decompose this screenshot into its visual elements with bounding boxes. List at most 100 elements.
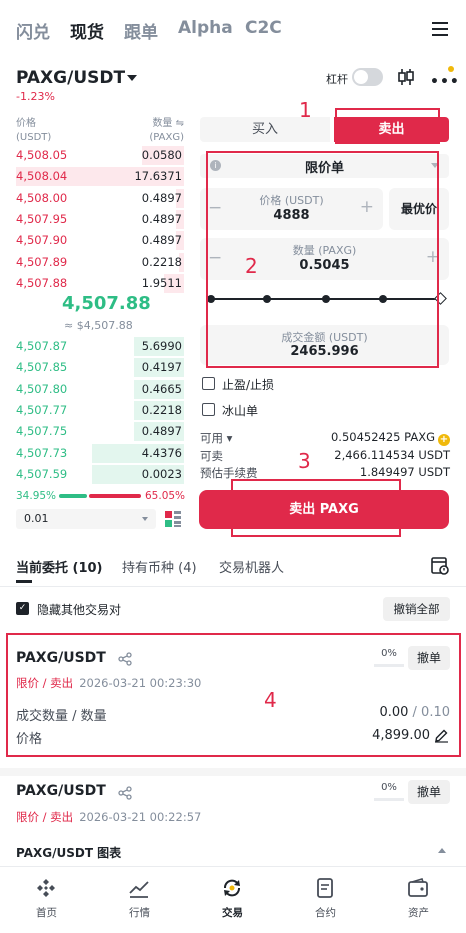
bid-row[interactable]: 4,507.85 0.4197 (16, 357, 184, 378)
available-value: 0.50452425 PAXG + (330, 430, 450, 446)
pair-symbol[interactable]: PAXG/USDT (16, 68, 125, 88)
bid-row[interactable]: 4,507.80 0.4665 (16, 379, 184, 400)
cancel-all-button[interactable]: 撤销全部 (383, 597, 450, 621)
hide-other-pairs-label[interactable]: 隐藏其他交易对 (37, 601, 121, 618)
bid-row[interactable]: 4,507.59 0.0023 (16, 464, 184, 485)
ob-qty-header[interactable]: 数量 ⇋ (PAXG) (140, 117, 184, 145)
ask-qty: 0.4897 (141, 211, 182, 226)
nav-markets[interactable]: 行情 (93, 867, 186, 933)
nav-futures[interactable]: 合约 (279, 867, 372, 933)
ask-row[interactable]: 4,507.88 1.9511 (16, 273, 184, 294)
bid-price: 4,507.75 (16, 424, 68, 439)
tab-trading-bots[interactable]: 交易机器人 (219, 557, 284, 576)
wallet-icon (408, 878, 428, 897)
depth-select[interactable]: 0.01 (16, 509, 156, 529)
chart-label: PAXG/USDT 图表 (16, 846, 122, 860)
order-side: 限价 / 卖出 (16, 810, 74, 824)
bid-row[interactable]: 4,507.87 5.6990 (16, 336, 184, 357)
nav-home-label: 首页 (36, 907, 57, 919)
ask-row[interactable]: 4,507.89 0.2218 (16, 252, 184, 273)
nav-assets[interactable]: 资产 (372, 867, 465, 933)
bid-qty: 0.4197 (141, 360, 182, 375)
markets-chart-icon (129, 881, 149, 898)
ask-price: 4,507.95 (16, 211, 68, 226)
available-label[interactable]: 可用 ▾ (200, 430, 232, 446)
annotation-box-1 (335, 108, 440, 144)
order-history-icon[interactable] (430, 555, 450, 575)
buy-ratio-bar (59, 494, 87, 498)
fee-value: 1.849497 USDT (359, 465, 450, 479)
chart-toggle-bar[interactable]: PAXG/USDT 图表 (0, 838, 466, 866)
divider (0, 586, 466, 587)
ask-price: 4,507.90 (16, 233, 68, 248)
ask-row[interactable]: 4,508.05 0.0580 (16, 145, 184, 166)
buy-ratio: 34.95% (16, 490, 57, 502)
add-funds-icon[interactable]: + (438, 434, 450, 446)
bid-qty: 5.6990 (141, 339, 182, 353)
annotation-box-4 (6, 633, 461, 757)
bid-row[interactable]: 4,507.73 4.4376 (16, 443, 184, 464)
chevron-down-icon[interactable] (127, 75, 137, 81)
orderbook-layout-icon[interactable] (164, 510, 182, 528)
ask-row[interactable]: 4,507.95 0.4897 (16, 209, 184, 230)
annotation-number-3: 3 (298, 449, 311, 473)
tp-sl-checkbox[interactable] (202, 377, 215, 390)
sellable-value: 2,466.114534 USDT (334, 448, 450, 462)
fill-percent: 0% (381, 782, 397, 793)
tab-holdings[interactable]: 持有币种 (4) (122, 557, 197, 576)
order-time: 2026-03-21 00:22:57 (79, 810, 202, 824)
nav-markets-label: 行情 (129, 907, 150, 919)
annotation-box-3 (231, 479, 401, 537)
tab-alpha[interactable]: Alpha (178, 18, 233, 38)
annotation-box-2 (206, 151, 439, 368)
nav-home[interactable]: 首页 (0, 867, 93, 933)
tab-swap[interactable]: 闪兑 (16, 18, 50, 43)
ask-price: 4,507.88 (16, 275, 68, 290)
nav-trade[interactable]: 交易 (186, 867, 279, 933)
leverage-label: 杠杆 (326, 73, 348, 86)
ask-row[interactable]: 4,508.04 17.6371 (16, 166, 184, 187)
share-icon[interactable] (118, 786, 132, 800)
bid-price: 4,507.80 (16, 381, 68, 396)
ask-row[interactable]: 4,507.90 0.4897 (16, 230, 184, 251)
ask-price: 4,508.00 (16, 190, 68, 205)
hide-other-pairs-checkbox[interactable]: ✓ (16, 602, 29, 615)
ask-price: 4,507.89 (16, 254, 68, 269)
bid-row[interactable]: 4,507.75 0.4897 (16, 421, 184, 442)
nav-trade-label: 交易 (222, 907, 243, 919)
ask-qty: 0.4897 (141, 190, 182, 205)
iceberg-checkbox[interactable] (202, 403, 215, 416)
cancel-order-button[interactable]: 撤单 (408, 780, 450, 804)
order-pair: PAXG/USDT (16, 783, 106, 799)
order-meta: 限价 / 卖出 2026-03-21 00:22:57 (16, 809, 201, 825)
sellable-label: 可卖 (200, 449, 223, 463)
chevron-up-icon[interactable] (438, 848, 446, 853)
nav-assets-label: 资产 (408, 907, 429, 919)
ask-qty: 1.9511 (141, 275, 182, 290)
nav-futures-label: 合约 (315, 907, 336, 919)
bid-qty: 0.2218 (141, 402, 182, 417)
bid-price: 4,507.85 (16, 360, 68, 375)
ask-row[interactable]: 4,508.00 0.4897 (16, 188, 184, 209)
notification-dot (448, 66, 454, 72)
sell-ratio: 65.05% (145, 490, 186, 502)
more-icon[interactable]: ••• (430, 74, 460, 90)
tab-c2c[interactable]: C2C (245, 18, 282, 38)
tab-copy-trading[interactable]: 跟单 (124, 18, 158, 43)
bid-row[interactable]: 4,507.77 0.2218 (16, 400, 184, 421)
ask-price: 4,508.04 (16, 169, 68, 184)
tp-sl-label[interactable]: 止盈/止损 (222, 376, 274, 393)
tab-spot[interactable]: 现货 (70, 18, 104, 43)
menu-icon[interactable] (432, 22, 448, 36)
tab-underline (16, 580, 32, 583)
leverage-toggle[interactable] (352, 68, 383, 86)
bid-qty: 0.0023 (141, 466, 182, 481)
tab-open-orders[interactable]: 当前委托 (10) (16, 557, 103, 576)
iceberg-label[interactable]: 冰山单 (222, 402, 258, 419)
card-divider (0, 768, 466, 776)
ask-qty: 17.6371 (134, 169, 182, 184)
ask-qty: 0.0580 (141, 148, 182, 162)
ask-price: 4,508.05 (16, 148, 68, 162)
candlestick-icon[interactable] (397, 68, 415, 86)
bid-price: 4,507.77 (16, 402, 68, 417)
